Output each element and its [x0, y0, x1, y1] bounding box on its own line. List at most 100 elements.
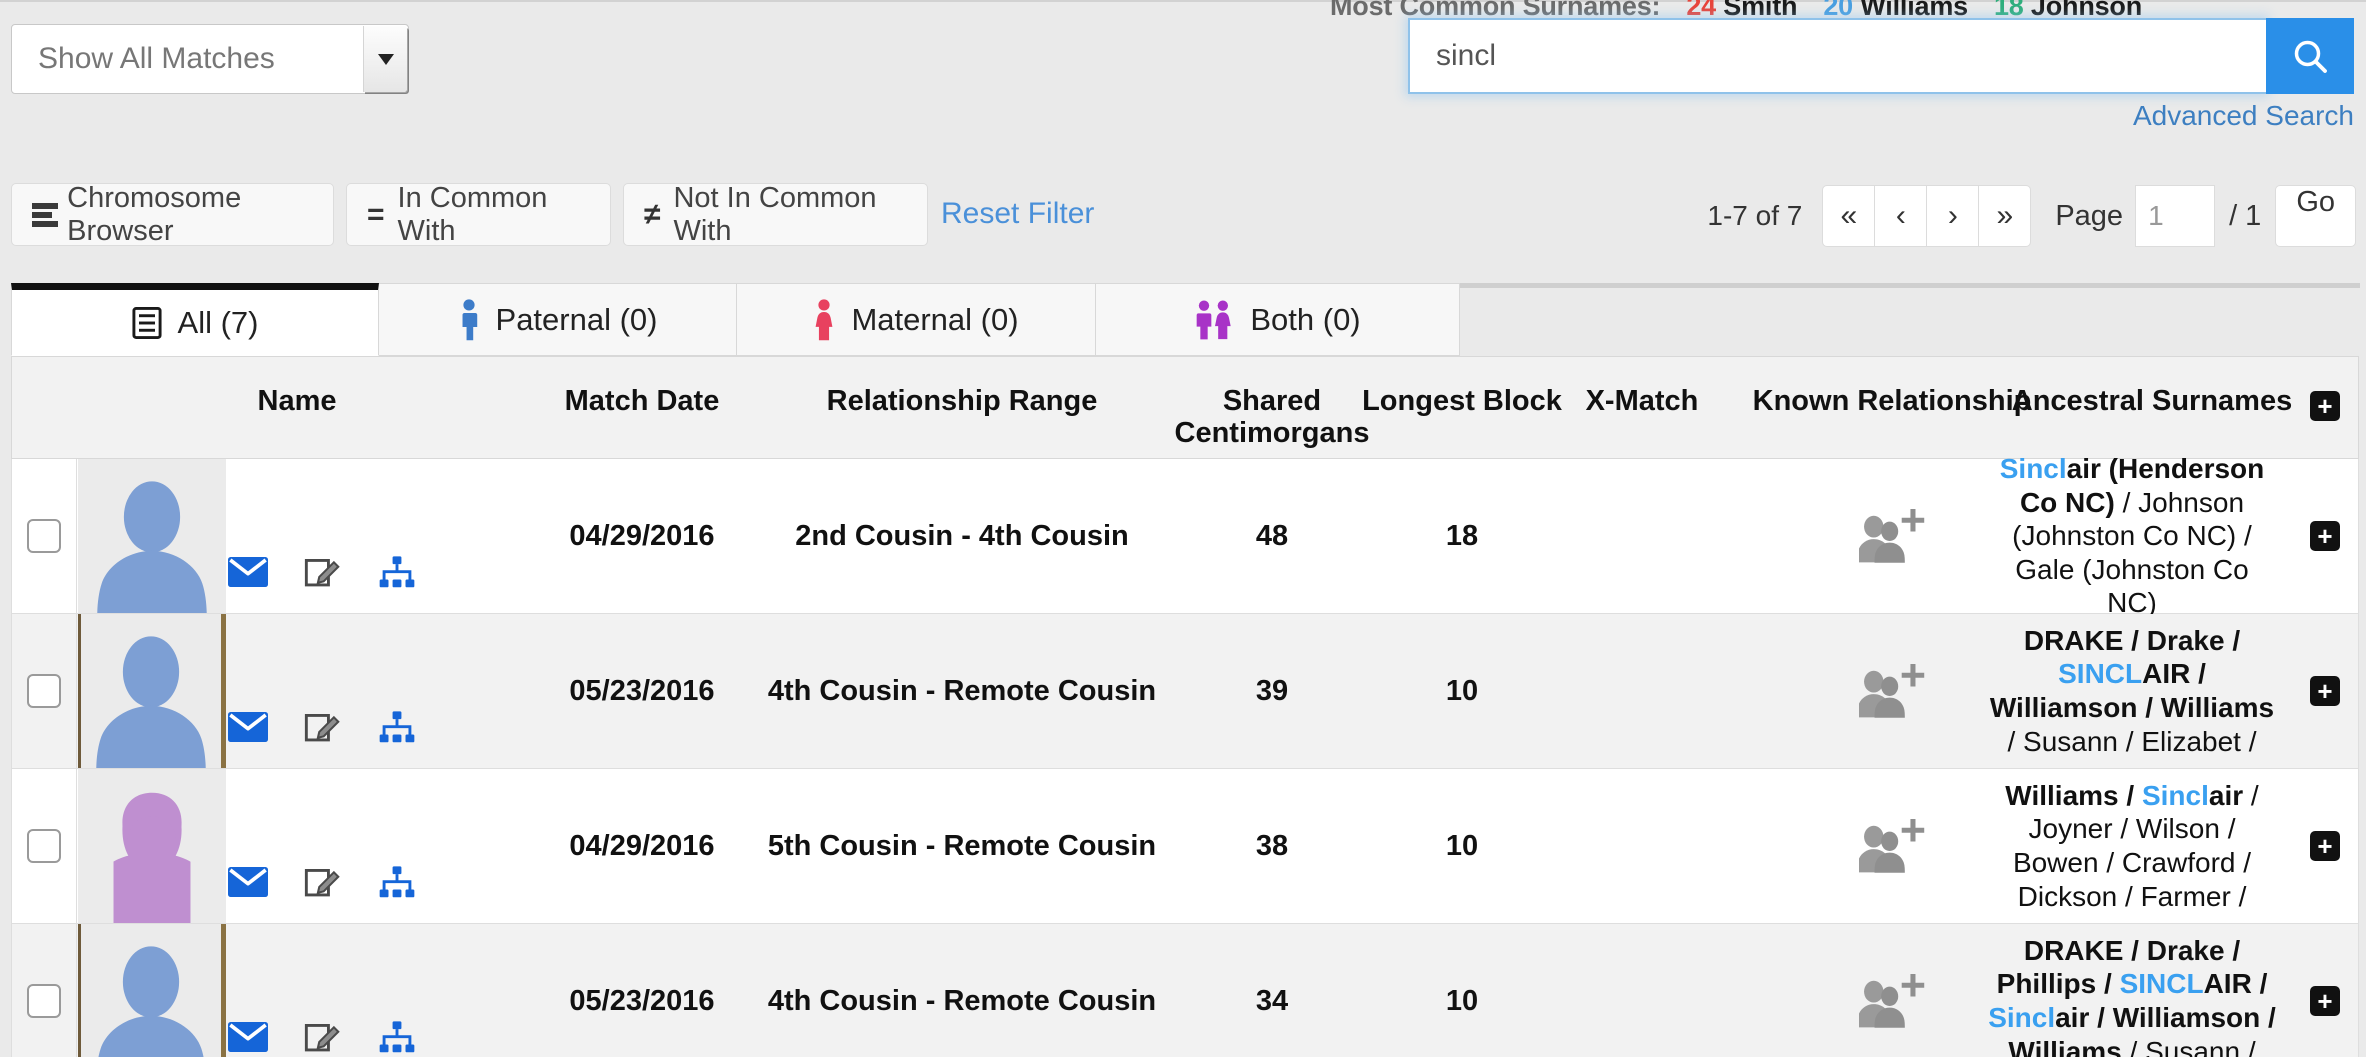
- view-tree-button[interactable]: [378, 555, 416, 594]
- row-action-icons: [228, 553, 418, 595]
- send-message-button[interactable]: [228, 711, 268, 747]
- column-header-match-date[interactable]: Match Date: [532, 385, 752, 417]
- expand-all-plus-icon[interactable]: +: [2310, 391, 2340, 421]
- cell-relationship-range: 5th Cousin - Remote Cousin: [767, 829, 1157, 862]
- edit-notes-button[interactable]: [304, 710, 342, 749]
- table-row[interactable]: 05/23/2016 4th Cousin - Remote Cousin 39 10…: [11, 614, 2359, 769]
- matches-table: Name Match Date Relationship Range Share…: [11, 356, 2359, 1057]
- table-row[interactable]: 04/29/2016 5th Cousin - Remote Cousin 38 10…: [11, 769, 2359, 924]
- tab-both[interactable]: Both (0): [1096, 283, 1460, 356]
- column-header-ancestral-surnames[interactable]: Ancestral Surnames: [1987, 385, 2317, 417]
- match-filter-select[interactable]: Show All Matches: [11, 24, 409, 94]
- tab-all[interactable]: All (7): [11, 283, 379, 356]
- row-checkbox[interactable]: [27, 829, 61, 863]
- cell-ancestral-surnames: DRAKE / Drake / SINCLAIR / Williamson / …: [1987, 614, 2277, 768]
- tree-icon[interactable]: [378, 555, 416, 589]
- chromosome-browser-label: Chromosome Browser: [67, 181, 242, 247]
- tree-icon[interactable]: [378, 865, 416, 899]
- edit-icon[interactable]: [304, 710, 342, 744]
- column-header-relationship-range[interactable]: Relationship Range: [767, 385, 1157, 417]
- row-checkbox-cell: [12, 614, 77, 768]
- ancestral-surnames-text: Williams / Sinclair / Joyner / Wilson / …: [2005, 779, 2259, 912]
- match-avatar[interactable]: [78, 769, 226, 923]
- last-page-button[interactable]: »: [1978, 185, 2032, 247]
- tab-maternal[interactable]: Maternal (0): [737, 283, 1096, 356]
- table-row[interactable]: 05/23/2016 4th Cousin - Remote Cousin 34 10…: [11, 924, 2359, 1057]
- page-total: / 1: [2229, 199, 2262, 232]
- tab-maternal-label: Maternal (0): [851, 301, 1019, 337]
- next-page-button[interactable]: ›: [1926, 185, 1980, 247]
- cell-ancestral-surnames: Sinclair (Henderson Co NC) / Johnson (Jo…: [1987, 453, 2277, 618]
- advanced-search-link[interactable]: Advanced Search: [1408, 100, 2354, 132]
- dna-matches-page: Most Common Surnames: 24 Smith 20 Williams…: [0, 0, 2366, 1057]
- pagination: 1-7 of 7 « ‹ › » Page / 1 Go: [1707, 183, 2356, 249]
- add-person-icon[interactable]: [1859, 818, 1925, 874]
- cell-ancestral-surnames: DRAKE / Drake / Phillips / SINCLAIR / Si…: [1987, 924, 2277, 1057]
- add-person-icon[interactable]: [1859, 973, 1925, 1029]
- column-header-name[interactable]: Name: [227, 385, 367, 417]
- edit-icon[interactable]: [304, 865, 342, 899]
- cell-match-date: 05/23/2016: [569, 984, 715, 1017]
- male-female-icon: [1197, 300, 1232, 339]
- row-checkbox[interactable]: [27, 674, 61, 708]
- prev-page-button[interactable]: ‹: [1874, 185, 1928, 247]
- edit-icon[interactable]: [304, 1020, 342, 1054]
- view-tree-button[interactable]: [378, 1020, 416, 1057]
- envelope-icon[interactable]: [228, 556, 268, 587]
- view-tree-button[interactable]: [378, 710, 416, 749]
- row-checkbox[interactable]: [27, 519, 61, 553]
- envelope-icon[interactable]: [228, 866, 268, 897]
- add-person-icon[interactable]: [1859, 508, 1925, 564]
- male-avatar-icon: [98, 946, 204, 1057]
- chromosome-browser-button[interactable]: Chromosome Browser: [11, 181, 334, 247]
- first-page-button[interactable]: «: [1822, 185, 1876, 247]
- chevron-down-icon[interactable]: [363, 26, 407, 92]
- match-avatar[interactable]: [78, 614, 226, 768]
- envelope-icon[interactable]: [228, 711, 268, 742]
- search-input[interactable]: [1408, 18, 2266, 94]
- shared-cm-line2: Centimorgans: [1174, 417, 1370, 450]
- cell-match-date: 04/29/2016: [569, 829, 715, 862]
- table-row[interactable]: 04/29/2016 2nd Cousin - 4th Cousin 48 18 Sin…: [11, 453, 2359, 618]
- edit-notes-button[interactable]: [304, 1020, 342, 1057]
- tree-icon[interactable]: [378, 710, 416, 744]
- send-message-button[interactable]: [228, 556, 268, 592]
- edit-notes-button[interactable]: [304, 865, 342, 904]
- row-checkbox-cell: [12, 924, 77, 1057]
- not-in-common-with-button[interactable]: ≠ Not In Common With: [623, 181, 928, 247]
- edit-icon[interactable]: [304, 555, 342, 589]
- match-avatar[interactable]: [78, 924, 226, 1057]
- page-number-input[interactable]: [2135, 185, 2216, 247]
- search-button[interactable]: [2266, 18, 2354, 94]
- go-button[interactable]: Go: [2275, 185, 2356, 247]
- row-expand-plus-icon[interactable]: +: [2310, 831, 2340, 861]
- equals-icon: =: [367, 197, 385, 231]
- view-tree-button[interactable]: [378, 865, 416, 904]
- row-checkbox[interactable]: [27, 984, 61, 1018]
- row-expand-plus-icon[interactable]: +: [2310, 521, 2340, 551]
- female-avatar-icon: [113, 792, 191, 923]
- reset-filter-link[interactable]: Reset Filter: [941, 197, 1094, 231]
- tab-all-label: All (7): [177, 304, 259, 340]
- search-area: [1408, 18, 2354, 94]
- row-action-icons: [228, 708, 418, 750]
- not-in-common-with-label: Not In Common With: [673, 181, 877, 247]
- tab-both-label: Both (0): [1250, 301, 1361, 337]
- in-common-with-button[interactable]: = In Common With: [346, 182, 611, 247]
- edit-notes-button[interactable]: [304, 555, 342, 594]
- send-message-button[interactable]: [228, 1021, 268, 1057]
- tab-paternal[interactable]: Paternal (0): [379, 283, 737, 356]
- table-header-row: Name Match Date Relationship Range Share…: [11, 356, 2359, 459]
- list-icon: [131, 306, 162, 339]
- female-icon: [816, 298, 833, 340]
- row-expand-plus-icon[interactable]: +: [2310, 986, 2340, 1016]
- envelope-icon[interactable]: [228, 1021, 268, 1052]
- tree-icon[interactable]: [378, 1020, 416, 1054]
- add-person-icon[interactable]: [1859, 663, 1925, 719]
- row-expand-plus-icon[interactable]: +: [2310, 676, 2340, 706]
- cell-ancestral-surnames: Williams / Sinclair / Joyner / Wilson / …: [1987, 769, 2277, 923]
- ancestral-surnames-text: Sinclair (Henderson Co NC) / Johnson (Jo…: [1999, 453, 2265, 619]
- pagination-buttons: « ‹ › »: [1822, 185, 2032, 247]
- match-avatar[interactable]: [78, 459, 226, 613]
- send-message-button[interactable]: [228, 866, 268, 902]
